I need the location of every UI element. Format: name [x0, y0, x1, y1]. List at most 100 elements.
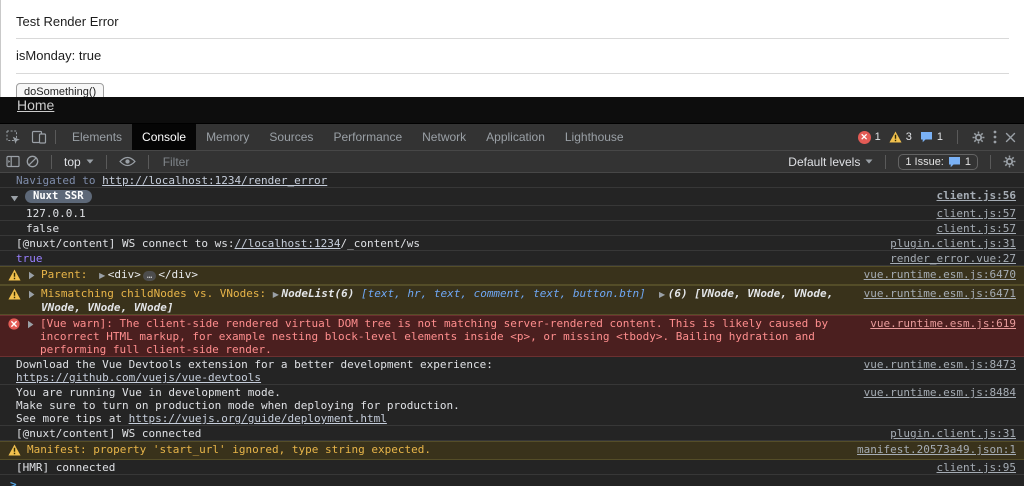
source-link[interactable]: vue.runtime.esm.js:6471	[848, 287, 1016, 300]
console-message: true	[16, 252, 874, 265]
source-link[interactable]: client.js:56	[921, 189, 1016, 202]
console-text: NodeList(6)	[282, 287, 361, 300]
home-link[interactable]: Home	[17, 97, 54, 113]
inspect-element-icon[interactable]	[6, 130, 21, 145]
console-message: Parent: ▶ <div>…</div>	[41, 268, 848, 283]
browser-window: Test Render Error isMonday: true doSomet…	[0, 0, 1024, 486]
console-row: >	[0, 475, 1024, 486]
console-message: [@nuxt/content] WS connected	[16, 427, 874, 440]
console-row: [HMR] connected client.js:95	[0, 460, 1024, 475]
devtools-panel: ElementsConsoleMemorySourcesPerformanceN…	[0, 123, 1024, 486]
console-row: You are running Vue in development mode.…	[0, 385, 1024, 426]
console-row: Parent: ▶ <div>…</div>vue.runtime.esm.js…	[0, 266, 1024, 285]
source-link[interactable]: vue.runtime.esm.js:8484	[848, 386, 1016, 399]
warning-icon	[8, 444, 21, 459]
console-link[interactable]: http://localhost:1234/render_error	[102, 174, 327, 187]
message-count-badge[interactable]: 1	[920, 131, 943, 143]
more-options-icon[interactable]	[993, 130, 997, 144]
disclosure-triangle[interactable]	[28, 289, 35, 302]
console-row: Manifest: property 'start_url' ignored, …	[0, 441, 1024, 460]
source-link[interactable]: vue.runtime.esm.js:619	[854, 317, 1016, 330]
console-message: [Vue warn]: The client-side rendered vir…	[40, 317, 854, 356]
console-text: [HMR] connected	[16, 461, 115, 474]
console-text: /_content/ws	[341, 237, 420, 250]
disclosure-triangle[interactable]	[27, 319, 34, 332]
console-row: Download the Vue Devtools extension for …	[0, 357, 1024, 385]
separator	[957, 130, 958, 144]
source-link[interactable]: vue.runtime.esm.js:6470	[848, 268, 1016, 281]
source-link[interactable]: vue.runtime.esm.js:8473	[848, 358, 1016, 371]
warning-icon	[889, 131, 902, 143]
message-bubble-icon	[948, 156, 961, 168]
console-text: Mismatching childNodes vs. VNodes:	[41, 287, 273, 300]
warning-count-badge[interactable]: 3	[889, 131, 912, 143]
console-sidebar-icon[interactable]	[6, 155, 20, 168]
console-message: Download the Vue Devtools extension for …	[16, 358, 848, 384]
settings-gear-icon[interactable]	[972, 131, 985, 144]
page-content: Test Render Error isMonday: true doSomet…	[0, 0, 1024, 97]
console-link[interactable]: https://github.com/vuejs/vue-devtools	[16, 371, 261, 384]
nuxt-ssr-badge[interactable]: Nuxt SSR	[25, 190, 92, 203]
source-link[interactable]: client.js:57	[921, 222, 1016, 235]
app-footer-region: Home	[0, 97, 1024, 123]
console-prompt-chevron: >	[10, 478, 17, 486]
console-text: [Vue warn]: The client-side rendered vir…	[40, 317, 835, 356]
tab-lighthouse[interactable]: Lighthouse	[555, 124, 634, 150]
console-row: Nuxt SSR client.js:56	[0, 188, 1024, 206]
console-text: false	[26, 222, 59, 235]
context-selector[interactable]: top	[64, 155, 94, 169]
warning-icon	[8, 269, 21, 284]
console-text: </div>	[158, 268, 198, 281]
clear-console-icon[interactable]	[26, 155, 39, 168]
source-link[interactable]: plugin.client.js:31	[874, 237, 1016, 250]
console-message: [HMR] connected	[16, 461, 921, 474]
tab-memory[interactable]: Memory	[196, 124, 259, 150]
filter-input[interactable]	[161, 154, 783, 170]
console-row: Navigated to http://localhost:1234/rende…	[0, 173, 1024, 188]
issues-badge[interactable]: 1 Issue: 1	[898, 154, 978, 170]
separator	[51, 155, 52, 169]
source-link[interactable]: client.js:95	[921, 461, 1016, 474]
console-text: Parent:	[41, 268, 94, 281]
tab-sources[interactable]: Sources	[259, 124, 323, 150]
expand-ellipsis-button[interactable]: …	[143, 271, 156, 281]
tab-application[interactable]: Application	[476, 124, 555, 150]
console-text: 127.0.0.1	[26, 207, 86, 220]
tab-network[interactable]: Network	[412, 124, 476, 150]
separator	[55, 130, 56, 144]
device-toolbar-icon[interactable]	[31, 130, 47, 144]
console-message: You are running Vue in development mode.…	[16, 386, 848, 425]
close-devtools-icon[interactable]	[1005, 132, 1016, 143]
source-link[interactable]: render_error.vue:27	[874, 252, 1016, 265]
chevron-down-icon	[865, 159, 873, 164]
separator	[148, 155, 149, 169]
console-row: [@nuxt/content] WS connectedplugin.clien…	[0, 426, 1024, 441]
tab-performance[interactable]: Performance	[323, 124, 412, 150]
console-message: Navigated to http://localhost:1234/rende…	[16, 174, 1016, 187]
console-text: Navigated to	[16, 174, 102, 187]
console-row: Mismatching childNodes vs. VNodes: ▶ Nod…	[0, 285, 1024, 315]
source-link[interactable]: client.js:57	[921, 207, 1016, 220]
log-levels-selector[interactable]: Default levels	[788, 155, 873, 169]
warning-icon	[8, 288, 21, 303]
console-settings-gear-icon[interactable]	[1003, 155, 1016, 168]
source-link[interactable]: plugin.client.js:31	[874, 427, 1016, 440]
console-message: false	[26, 222, 921, 235]
devtools-tabs: ElementsConsoleMemorySourcesPerformanceN…	[62, 124, 634, 150]
console-link[interactable]: https://vuejs.org/guide/deployment.html	[129, 412, 387, 425]
tab-console[interactable]: Console	[132, 124, 196, 150]
console-message: Nuxt SSR	[25, 189, 921, 203]
console-text: ▶	[94, 271, 108, 280]
error-count-badge[interactable]: ✕ 1	[858, 131, 881, 144]
console-message: Manifest: property 'start_url' ignored, …	[27, 443, 841, 456]
console-link[interactable]: //localhost:1234	[235, 237, 341, 250]
devtools-tabbar: ElementsConsoleMemorySourcesPerformanceN…	[0, 124, 1024, 151]
console-row: truerender_error.vue:27	[0, 251, 1024, 266]
tab-elements[interactable]: Elements	[62, 124, 132, 150]
disclosure-triangle[interactable]	[28, 270, 35, 283]
source-link[interactable]: manifest.20573a49.json:1	[841, 443, 1016, 456]
console-message: Mismatching childNodes vs. VNodes: ▶ Nod…	[41, 287, 848, 314]
live-expression-eye-icon[interactable]	[119, 156, 136, 167]
disclosure-triangle[interactable]	[10, 192, 19, 205]
console-message: 127.0.0.1	[26, 207, 921, 220]
